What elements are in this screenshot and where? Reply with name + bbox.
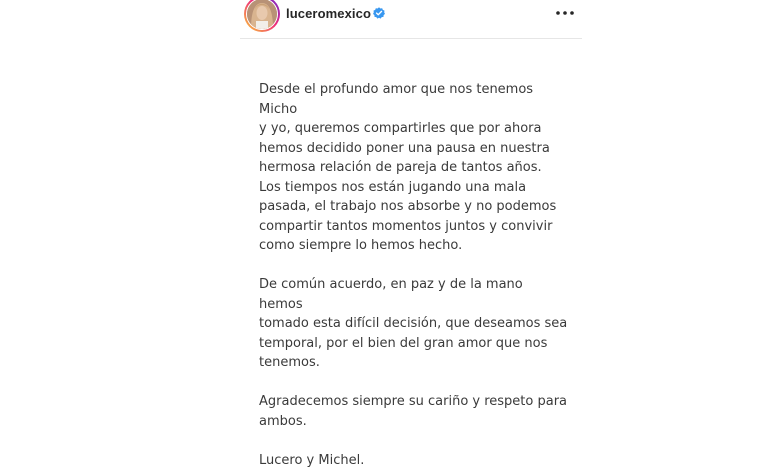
statement-paragraph-2: De común acuerdo, en paz y de la mano he… <box>259 275 569 373</box>
username[interactable]: luceromexico <box>286 6 371 21</box>
avatar-image <box>246 0 278 30</box>
post-header: luceromexico <box>240 0 582 39</box>
statement-signature: Lucero y Michel. <box>259 451 569 470</box>
verified-badge-icon <box>373 7 385 19</box>
post-caption-image: Desde el profundo amor que nos tenemos M… <box>259 80 569 470</box>
statement-paragraph-3: Agradecemos siempre su cariño y respeto … <box>259 392 569 431</box>
profile-avatar[interactable] <box>244 0 280 32</box>
more-options-icon[interactable] <box>554 4 576 22</box>
statement-paragraph-1: Desde el profundo amor que nos tenemos M… <box>259 80 569 256</box>
